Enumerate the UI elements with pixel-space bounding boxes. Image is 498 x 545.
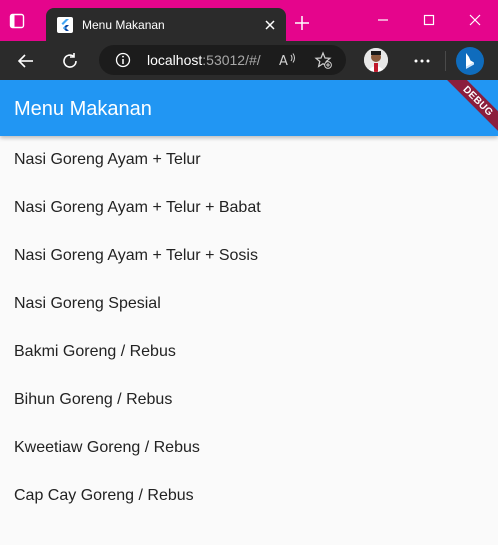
svg-text:A: A	[279, 54, 288, 68]
page-title: Menu Makanan	[14, 98, 152, 120]
flutter-icon	[57, 17, 73, 33]
url-path: :53012/#/	[202, 52, 261, 68]
maximize-icon[interactable]	[419, 10, 439, 30]
menu-item[interactable]: Bakmi Goreng / Rebus	[0, 328, 498, 376]
url-host: localhost	[147, 52, 203, 68]
menu-item[interactable]: Kweetiaw Goreng / Rebus	[0, 424, 498, 472]
browser-title-bar: Menu Makanan	[0, 0, 498, 41]
debug-label: DEBUG	[460, 83, 496, 119]
read-aloud-icon[interactable]: A	[279, 52, 297, 68]
add-favorite-icon[interactable]	[314, 51, 332, 69]
menu-item[interactable]: Nasi Goreng Spesial	[0, 280, 498, 328]
url-text[interactable]: localhost:53012/#/	[147, 52, 261, 68]
menu-item[interactable]: Nasi Goreng Ayam + Telur + Babat	[0, 184, 498, 232]
profile-avatar[interactable]	[364, 48, 388, 72]
app-bar: Menu Makanan DEBUG	[0, 80, 498, 138]
back-arrow-icon[interactable]	[16, 51, 36, 71]
new-tab-icon[interactable]	[294, 15, 310, 31]
close-window-icon[interactable]	[465, 10, 485, 30]
menu-item[interactable]: Nasi Goreng Ayam + Telur + Sosis	[0, 232, 498, 280]
site-info-icon[interactable]	[115, 52, 131, 68]
browser-tab[interactable]: Menu Makanan	[46, 8, 286, 41]
more-options-icon[interactable]	[412, 51, 432, 71]
tab-title: Menu Makanan	[82, 18, 165, 32]
close-tab-icon[interactable]	[262, 17, 278, 33]
menu-item[interactable]: Cap Cay Goreng / Rebus	[0, 472, 498, 520]
menu-list: Nasi Goreng Ayam + Telur Nasi Goreng Ayam…	[0, 136, 498, 520]
tab-actions-icon[interactable]	[8, 12, 26, 30]
menu-item[interactable]: Bihun Goreng / Rebus	[0, 376, 498, 424]
browser-toolbar: localhost:53012/#/ A	[0, 41, 498, 80]
debug-banner: DEBUG	[441, 80, 498, 138]
toolbar-divider	[445, 51, 446, 71]
address-bar[interactable]: localhost:53012/#/ A	[99, 45, 346, 75]
minimize-icon[interactable]	[373, 10, 393, 30]
menu-item[interactable]: Nasi Goreng Ayam + Telur	[0, 136, 498, 184]
bing-copilot-icon[interactable]	[455, 46, 485, 76]
page-content: Menu Makanan DEBUG Nasi Goreng Ayam + Te…	[0, 80, 498, 545]
reload-icon[interactable]	[60, 51, 80, 71]
